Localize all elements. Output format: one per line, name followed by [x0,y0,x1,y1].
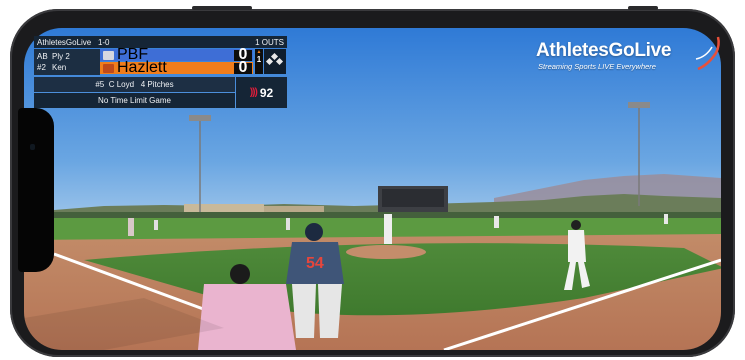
inning-number: 1 [256,55,262,64]
pitch-speed: 92 [259,85,274,100]
time-limit-text: No Time Limit Game [98,96,171,105]
bases-diamond [264,49,286,74]
game-rule-line: No Time Limit Game [34,93,235,108]
first-base-icon [275,57,284,66]
phone-top-button [192,6,252,10]
phone-top-button-2 [628,6,658,10]
at-bat-label: AB [37,52,48,61]
team-row-hazlett: Hazlett 0 [100,59,253,76]
team-score: 0 [234,59,252,76]
series-score: 1-0 [97,37,110,47]
outs-count: 1 OUTS [255,37,284,47]
brand-name: AthletesGoLive [536,40,672,61]
radar-wave-icon: ))) [249,87,258,98]
brand-tagline: Streaming Sports LIVE Everywhere [538,62,656,71]
team-logo-icon [103,63,114,73]
inning-indicator: ▲ 1 [255,49,263,74]
at-bat-panel: AB Ply 2 #2 Ken [34,49,100,75]
brand-logo: AthletesGoLive Streaming Sports LIVE Eve… [536,36,720,79]
camera-icon [30,144,35,150]
third-base-icon [265,57,274,66]
pitcher-line: #5 C Loyd 4 Pitches [34,77,235,92]
at-bat-row: AB Ply 2 [37,51,97,62]
pitch-speed-panel: ))) 92 [236,77,287,108]
batter-number: #2 [37,63,46,72]
team-name: Hazlett [117,59,167,76]
batter-name: Ken [52,63,67,72]
pitcher-info: #5 C Loyd 4 Pitches [95,80,174,89]
swoosh-icon [695,36,720,71]
at-bat-value: Ply 2 [52,52,70,61]
svg-text:54: 54 [306,255,324,272]
scoreboard-title-text: AthletesGoLive [37,37,92,47]
batter-row: #2 Ken [37,62,97,73]
team-logo-icon [103,50,114,60]
